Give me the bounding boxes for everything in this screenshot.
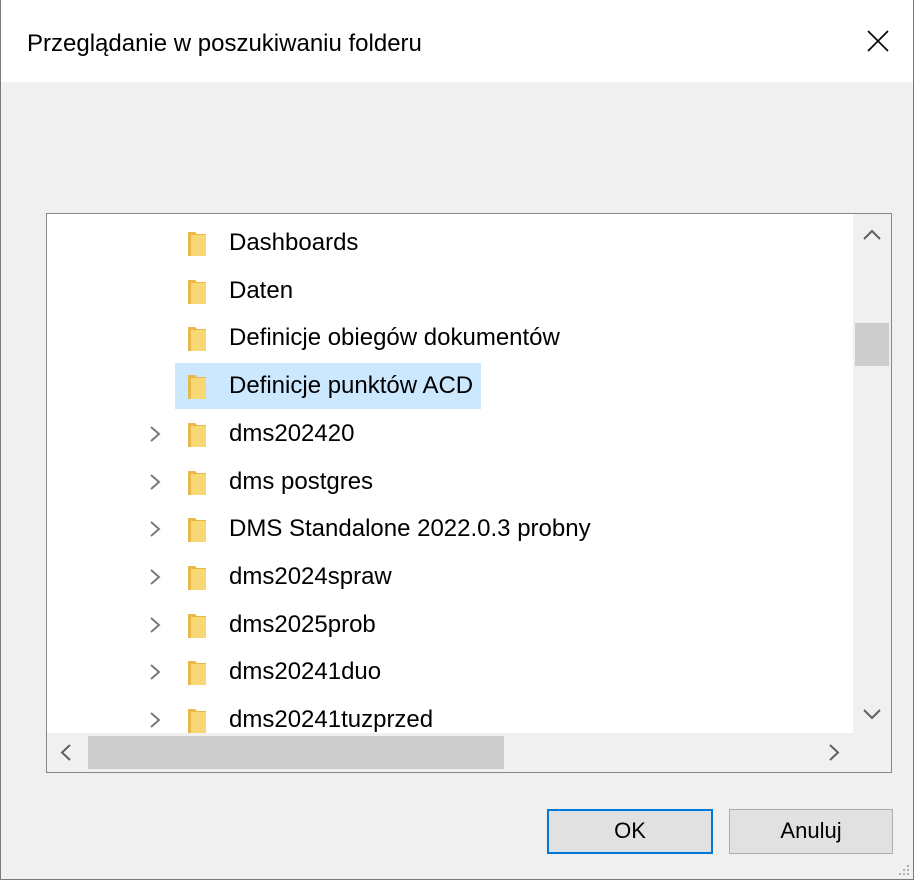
folder-icon [185, 517, 209, 543]
cancel-button[interactable]: Anuluj [729, 809, 893, 854]
vertical-scrollbar[interactable] [853, 214, 891, 733]
folder-tree[interactable]: Dashboards Daten Definicje obiegów dokumen… [46, 213, 892, 773]
tree-item-label: dms20241duo [229, 658, 382, 686]
tree-item-label: dms20241tuzprzed [229, 706, 434, 733]
tree-item-label: Daten [229, 276, 294, 304]
resize-grip-icon[interactable] [897, 863, 911, 877]
scrollbar-corner [853, 733, 891, 772]
tree-item[interactable]: Daten [47, 268, 853, 314]
tree-item[interactable]: dms2025prob [47, 602, 853, 648]
tree-item-label: dms202420 [229, 419, 355, 447]
tree-item-label: DMS Standalone 2022.0.3 probny [229, 515, 591, 543]
tree-item-label: dms postgres [229, 467, 374, 495]
chevron-up-icon [863, 229, 881, 240]
tree-item[interactable]: DMS Standalone 2022.0.3 probny [47, 506, 853, 552]
expand-chevron-icon[interactable] [145, 517, 165, 541]
folder-icon [185, 326, 209, 352]
scroll-up-button[interactable] [853, 214, 891, 252]
chevron-down-icon [863, 709, 881, 720]
dialog-title: Przeglądanie w poszukiwaniu folderu [27, 30, 422, 57]
tree-item[interactable]: Definicje punktów ACD [47, 363, 853, 410]
tree-item[interactable]: dms20241duo [47, 649, 853, 695]
tree-item-label: Definicje obiegów dokumentów [229, 324, 560, 352]
horizontal-scroll-thumb[interactable] [88, 736, 504, 769]
tree-item[interactable]: dms2024spraw [47, 554, 853, 600]
folder-icon [185, 708, 209, 734]
expand-chevron-icon[interactable] [145, 708, 165, 732]
tree-item-label: dms2025prob [229, 610, 376, 638]
horizontal-scrollbar[interactable] [47, 733, 853, 772]
folder-icon [185, 565, 209, 591]
folder-icon [185, 660, 209, 686]
scroll-left-button[interactable] [47, 733, 85, 772]
ok-button[interactable]: OK [547, 809, 713, 854]
scroll-down-button[interactable] [853, 695, 891, 733]
tree-item[interactable]: Definicje obiegów dokumentów [47, 315, 853, 361]
expand-chevron-icon[interactable] [145, 422, 165, 446]
chevron-left-icon [60, 744, 71, 761]
expand-chevron-icon[interactable] [145, 565, 165, 589]
close-icon [867, 30, 889, 52]
close-button[interactable] [845, 0, 913, 82]
scroll-right-button[interactable] [815, 733, 853, 772]
tree-item-label: Definicje punktów ACD [229, 372, 474, 400]
folder-icon [185, 279, 209, 305]
expand-chevron-icon[interactable] [145, 613, 165, 637]
tree-item[interactable]: dms postgres [47, 459, 853, 505]
folder-icon [185, 374, 209, 400]
folder-icon [185, 231, 209, 257]
tree-item[interactable]: Dashboards [47, 220, 853, 266]
expand-chevron-icon[interactable] [145, 470, 165, 494]
expand-chevron-icon[interactable] [145, 660, 165, 684]
folder-icon [185, 470, 209, 496]
folder-browser-dialog: Przeglądanie w poszukiwaniu folderu Dash… [0, 0, 914, 880]
folder-icon [185, 613, 209, 639]
vertical-scroll-thumb[interactable] [855, 323, 889, 366]
title-bar: Przeglądanie w poszukiwaniu folderu [1, 0, 913, 82]
tree-item-label: Dashboards [229, 229, 359, 256]
folder-icon [185, 422, 209, 448]
tree-item[interactable]: dms202420 [47, 411, 853, 457]
tree-item-label: dms2024spraw [229, 562, 392, 590]
chevron-right-icon [829, 744, 840, 761]
